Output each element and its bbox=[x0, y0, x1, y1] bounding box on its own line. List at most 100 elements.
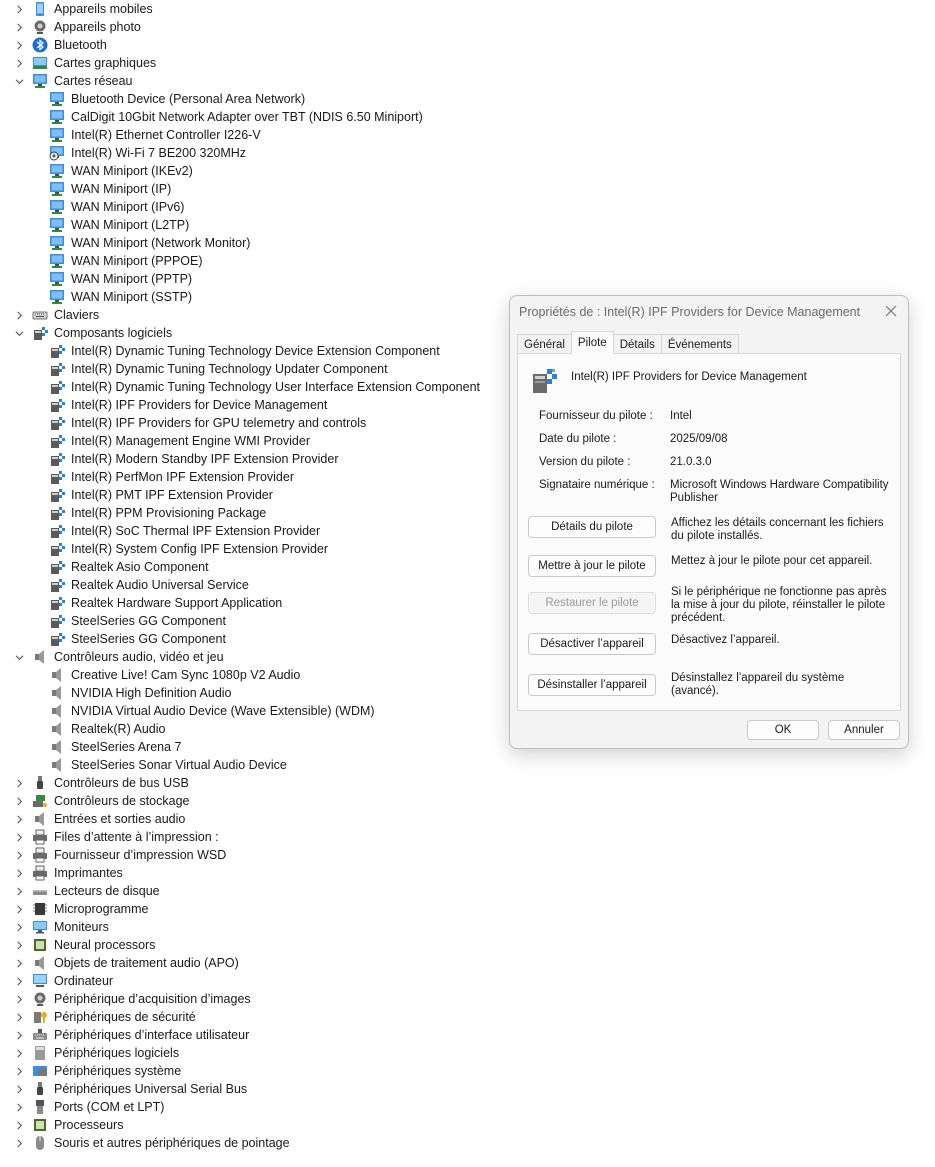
update-driver-button[interactable]: Mettre à jour le pilote bbox=[528, 555, 656, 577]
chevron-right-icon[interactable] bbox=[12, 1080, 26, 1098]
chevron-down-icon[interactable] bbox=[12, 648, 26, 666]
chevron-right-icon[interactable] bbox=[12, 54, 26, 72]
tree-device[interactable]: WAN Miniport (IPv6) bbox=[49, 198, 184, 216]
tree-category[interactable]: Appareils photo bbox=[12, 18, 141, 36]
tree-device[interactable]: NVIDIA High Definition Audio bbox=[49, 684, 232, 702]
tree-device[interactable]: Intel(R) IPF Providers for Device Manage… bbox=[49, 396, 327, 414]
tree-device[interactable]: Intel(R) Dynamic Tuning Technology Updat… bbox=[49, 360, 388, 378]
chevron-right-icon[interactable] bbox=[12, 972, 26, 990]
tree-device[interactable]: Intel(R) Ethernet Controller I226-V bbox=[49, 126, 261, 144]
chevron-right-icon[interactable] bbox=[12, 918, 26, 936]
chevron-right-icon[interactable] bbox=[12, 1062, 26, 1080]
tree-device[interactable]: Realtek(R) Audio bbox=[49, 720, 166, 738]
tree-category[interactable]: Périphériques Universal Serial Bus bbox=[12, 1080, 247, 1098]
tree-category[interactable]: Souris et autres périphériques de pointa… bbox=[12, 1134, 290, 1152]
tree-device[interactable]: Creative Live! Cam Sync 1080p V2 Audio bbox=[49, 666, 300, 684]
tree-device[interactable]: WAN Miniport (Network Monitor) bbox=[49, 234, 250, 252]
tree-category[interactable]: Ordinateur bbox=[12, 972, 113, 990]
tree-category[interactable]: Microprogramme bbox=[12, 900, 148, 918]
chevron-down-icon[interactable] bbox=[12, 72, 26, 90]
chevron-right-icon[interactable] bbox=[12, 1134, 26, 1152]
chevron-right-icon[interactable] bbox=[12, 792, 26, 810]
disable-device-button[interactable]: Désactiver l’appareil bbox=[528, 633, 656, 655]
tree-device[interactable]: WAN Miniport (SSTP) bbox=[49, 288, 192, 306]
chevron-right-icon[interactable] bbox=[12, 1008, 26, 1026]
tree-device[interactable]: Intel(R) PPM Provisioning Package bbox=[49, 504, 266, 522]
tree-category[interactable]: Objets de traitement audio (APO) bbox=[12, 954, 239, 972]
chevron-right-icon[interactable] bbox=[12, 936, 26, 954]
tree-device[interactable]: Intel(R) PerfMon IPF Extension Provider bbox=[49, 468, 294, 486]
tree-device[interactable]: Realtek Hardware Support Application bbox=[49, 594, 282, 612]
tab-driver[interactable]: Pilote bbox=[570, 331, 614, 354]
tree-category[interactable]: Cartes graphiques bbox=[12, 54, 156, 72]
tree-category[interactable]: Périphériques d’interface utilisateur bbox=[12, 1026, 249, 1044]
tree-device[interactable]: Intel(R) Dynamic Tuning Technology Devic… bbox=[49, 342, 440, 360]
tree-category[interactable]: Contrôleurs de stockage bbox=[12, 792, 190, 810]
tree-device[interactable]: Intel(R) IPF Providers for GPU telemetry… bbox=[49, 414, 366, 432]
tree-device[interactable]: WAN Miniport (L2TP) bbox=[49, 216, 189, 234]
chevron-right-icon[interactable] bbox=[12, 990, 26, 1008]
tree-category[interactable]: Contrôleurs audio, vidéo et jeu bbox=[12, 648, 224, 666]
chevron-right-icon[interactable] bbox=[12, 1026, 26, 1044]
chevron-right-icon[interactable] bbox=[12, 0, 26, 18]
cancel-button[interactable]: Annuler bbox=[828, 720, 900, 740]
chevron-right-icon[interactable] bbox=[12, 900, 26, 918]
tree-device[interactable]: WAN Miniport (PPTP) bbox=[49, 270, 192, 288]
tree-device[interactable]: SteelSeries GG Component bbox=[49, 612, 226, 630]
tree-device[interactable]: WAN Miniport (IKEv2) bbox=[49, 162, 193, 180]
chevron-right-icon[interactable] bbox=[12, 954, 26, 972]
tree-category[interactable]: Entrées et sorties audio bbox=[12, 810, 185, 828]
chevron-down-icon[interactable] bbox=[12, 324, 26, 342]
tree-category[interactable]: Périphériques logiciels bbox=[12, 1044, 179, 1062]
tree-category[interactable]: Bluetooth bbox=[12, 36, 107, 54]
tree-device[interactable]: Realtek Audio Universal Service bbox=[49, 576, 249, 594]
tree-category[interactable]: Ports (COM et LPT) bbox=[12, 1098, 164, 1116]
tree-category[interactable]: Cartes réseau bbox=[12, 72, 133, 90]
tree-category[interactable]: Appareils mobiles bbox=[12, 0, 153, 18]
close-icon[interactable] bbox=[882, 302, 900, 320]
tree-category[interactable]: Périphériques système bbox=[12, 1062, 181, 1080]
tree-device[interactable]: NVIDIA Virtual Audio Device (Wave Extens… bbox=[49, 702, 375, 720]
chevron-right-icon[interactable] bbox=[12, 36, 26, 54]
chevron-right-icon[interactable] bbox=[12, 810, 26, 828]
tree-device[interactable]: Intel(R) Dynamic Tuning Technology User … bbox=[49, 378, 480, 396]
tree-device[interactable]: WAN Miniport (IP) bbox=[49, 180, 171, 198]
driver-details-button[interactable]: Détails du pilote bbox=[528, 516, 656, 538]
tree-device[interactable]: Intel(R) System Config IPF Extension Pro… bbox=[49, 540, 328, 558]
tree-device[interactable]: SteelSeries Sonar Virtual Audio Device bbox=[49, 756, 287, 774]
tree-device[interactable]: Bluetooth Device (Personal Area Network) bbox=[49, 90, 305, 108]
uninstall-device-button[interactable]: Désinstaller l’appareil bbox=[528, 674, 656, 696]
tree-category[interactable]: Claviers bbox=[12, 306, 99, 324]
tree-category[interactable]: Imprimantes bbox=[12, 864, 123, 882]
tree-device[interactable]: SteelSeries GG Component bbox=[49, 630, 226, 648]
tree-category[interactable]: Files d’attente à l’impression : bbox=[12, 828, 219, 846]
chevron-right-icon[interactable] bbox=[12, 1116, 26, 1134]
ok-button[interactable]: OK bbox=[747, 720, 819, 740]
tree-device[interactable]: Intel(R) PMT IPF Extension Provider bbox=[49, 486, 273, 504]
tree-device[interactable]: Intel(R) Modern Standby IPF Extension Pr… bbox=[49, 450, 338, 468]
tree-device[interactable]: SteelSeries Arena 7 bbox=[49, 738, 182, 756]
tree-category[interactable]: Lecteurs de disque bbox=[12, 882, 160, 900]
tree-device[interactable]: Intel(R) SoC Thermal IPF Extension Provi… bbox=[49, 522, 320, 540]
tree-device[interactable]: Realtek Asio Component bbox=[49, 558, 209, 576]
chevron-right-icon[interactable] bbox=[12, 864, 26, 882]
chevron-right-icon[interactable] bbox=[12, 882, 26, 900]
chevron-right-icon[interactable] bbox=[12, 846, 26, 864]
rollback-driver-button[interactable]: Restaurer le pilote bbox=[528, 592, 656, 614]
chevron-right-icon[interactable] bbox=[12, 306, 26, 324]
tree-category[interactable]: Neural processors bbox=[12, 936, 155, 954]
tab-details[interactable]: Détails bbox=[612, 334, 662, 354]
tree-category[interactable]: Moniteurs bbox=[12, 918, 109, 936]
tree-category[interactable]: Périphériques de sécurité bbox=[12, 1008, 196, 1026]
chevron-right-icon[interactable] bbox=[12, 18, 26, 36]
tree-category[interactable]: Processeurs bbox=[12, 1116, 123, 1134]
tree-device[interactable]: WAN Miniport (PPPOE) bbox=[49, 252, 203, 270]
tree-device[interactable]: CalDigit 10Gbit Network Adapter over TBT… bbox=[49, 108, 423, 126]
tab-events[interactable]: Événements bbox=[660, 334, 739, 354]
chevron-right-icon[interactable] bbox=[12, 774, 26, 792]
tab-general[interactable]: Général bbox=[517, 334, 572, 354]
chevron-right-icon[interactable] bbox=[12, 1098, 26, 1116]
tree-category[interactable]: Périphérique d’acquisition d’images bbox=[12, 990, 251, 1008]
chevron-right-icon[interactable] bbox=[12, 828, 26, 846]
tree-category[interactable]: Contrôleurs de bus USB bbox=[12, 774, 189, 792]
